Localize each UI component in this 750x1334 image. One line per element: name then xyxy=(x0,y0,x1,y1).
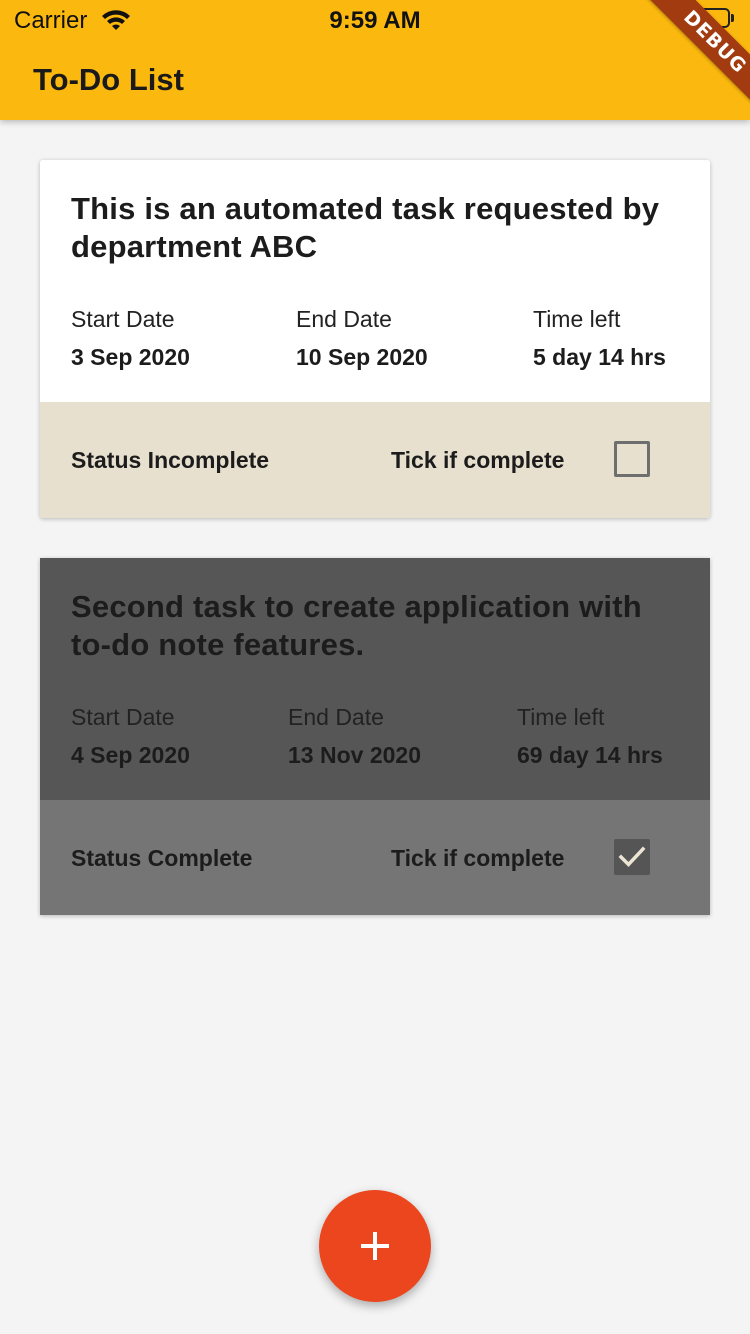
checkmark-icon xyxy=(618,846,646,868)
end-date-value: 10 Sep 2020 xyxy=(296,344,428,370)
add-task-button[interactable] xyxy=(319,1190,431,1302)
task-card[interactable]: This is an automated task requested by d… xyxy=(40,160,710,518)
status-label: Status Complete xyxy=(71,845,253,871)
status-time: 9:59 AM xyxy=(329,7,421,34)
page-title: To-Do List xyxy=(33,62,184,97)
end-date-value: 13 Nov 2020 xyxy=(288,742,421,768)
start-date-value: 3 Sep 2020 xyxy=(71,344,190,370)
status-label: Status Incomplete xyxy=(71,447,270,473)
task-status-bar: Status Complete Tick if complete xyxy=(40,800,710,915)
end-date-label: End Date xyxy=(288,704,384,730)
task-title: This is an automated task requested by d… xyxy=(71,191,660,264)
end-date-label: End Date xyxy=(296,306,392,332)
time-left-label: Time left xyxy=(517,704,605,730)
start-date-label: Start Date xyxy=(71,704,175,730)
battery-nub xyxy=(731,14,734,22)
task-card-body: Second task to create application with t… xyxy=(40,558,710,800)
start-date-label: Start Date xyxy=(71,306,175,332)
plus-icon xyxy=(361,1232,389,1260)
time-left-value: 5 day 14 hrs xyxy=(533,344,666,370)
tick-label: Tick if complete xyxy=(391,845,565,871)
complete-checkbox[interactable] xyxy=(614,839,650,875)
tick-label: Tick if complete xyxy=(391,447,565,473)
task-title: Second task to create application with t… xyxy=(71,589,642,662)
task-card[interactable]: Second task to create application with t… xyxy=(40,558,710,915)
complete-checkbox[interactable] xyxy=(614,441,650,477)
task-status-bar: Status Incomplete Tick if complete xyxy=(40,402,710,518)
time-left-label: Time left xyxy=(533,306,621,332)
app-bar: Carrier 9:59 AM To-Do List DEBUG xyxy=(0,0,750,120)
time-left-value: 69 day 14 hrs xyxy=(517,742,663,768)
start-date-value: 4 Sep 2020 xyxy=(71,742,190,768)
task-card-body: This is an automated task requested by d… xyxy=(40,160,710,402)
